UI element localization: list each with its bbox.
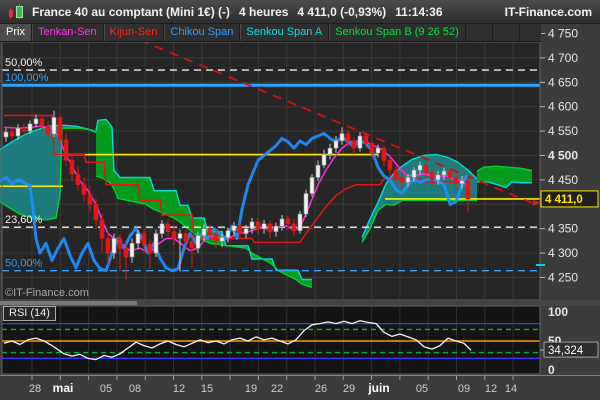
legend-item-tenkan-sen[interactable]: Tenkan-Sen bbox=[32, 24, 104, 41]
instrument-title: France 40 au comptant (Mini 1€) (-) bbox=[32, 4, 231, 19]
watermark: ©IT-Finance.com bbox=[5, 287, 89, 299]
last-price-ticker: 4 411,0 (-0,93%) bbox=[297, 5, 386, 19]
svg-text:mai: mai bbox=[53, 381, 74, 395]
title-bar: France 40 au comptant (Mini 1€) (-) 4 he… bbox=[0, 0, 600, 24]
svg-text:4 600: 4 600 bbox=[548, 100, 578, 114]
svg-text:4 650: 4 650 bbox=[548, 75, 578, 89]
svg-text:4 450: 4 450 bbox=[548, 173, 578, 187]
legend-item-chikou-span[interactable]: Chikou Span bbox=[164, 24, 241, 41]
candlestick-logo-icon bbox=[8, 3, 23, 20]
svg-text:19: 19 bbox=[245, 383, 257, 395]
svg-text:23,60%: 23,60% bbox=[5, 214, 43, 226]
svg-text:100,00%: 100,00% bbox=[5, 72, 49, 84]
svg-text:15: 15 bbox=[201, 383, 213, 395]
svg-text:12: 12 bbox=[485, 383, 497, 395]
legend-item-senkou-span-a[interactable]: Senkou Span A bbox=[240, 24, 330, 41]
price-change: (-0,93%) bbox=[340, 4, 387, 19]
svg-text:4 500: 4 500 bbox=[548, 149, 578, 163]
brand-logo: IT-Finance.com bbox=[504, 4, 592, 19]
legend-filler bbox=[465, 24, 541, 41]
rsi-indicator-label[interactable]: RSI (14) bbox=[3, 306, 56, 321]
svg-text:100: 100 bbox=[548, 305, 568, 319]
svg-text:29: 29 bbox=[343, 383, 355, 395]
svg-text:4 411,0: 4 411,0 bbox=[545, 194, 583, 206]
svg-text:4 300: 4 300 bbox=[548, 246, 578, 260]
legend-bar: Prix Tenkan-Sen Kijun-Sen Chikou Span Senko… bbox=[0, 24, 541, 42]
svg-text:4 700: 4 700 bbox=[548, 51, 578, 65]
svg-text:05: 05 bbox=[416, 383, 428, 395]
svg-text:08: 08 bbox=[129, 383, 141, 395]
svg-text:26: 26 bbox=[315, 383, 327, 395]
svg-text:50,00%: 50,00% bbox=[5, 57, 43, 69]
svg-text:0: 0 bbox=[548, 363, 555, 377]
legend-item-kijun-sen[interactable]: Kijun-Sen bbox=[104, 24, 165, 41]
svg-text:22: 22 bbox=[271, 383, 283, 395]
svg-text:34,324: 34,324 bbox=[548, 345, 584, 357]
svg-text:4 250: 4 250 bbox=[548, 271, 578, 285]
svg-text:12: 12 bbox=[173, 383, 185, 395]
app-window: France 40 au comptant (Mini 1€) (-) 4 he… bbox=[0, 0, 600, 400]
timeframe-label: 4 heures bbox=[239, 4, 289, 19]
legend-item-senkou-span-b-9-26-52-[interactable]: Senkou Span B (9 26 52) bbox=[329, 24, 466, 41]
svg-text:05: 05 bbox=[100, 383, 112, 395]
svg-text:28: 28 bbox=[29, 383, 41, 395]
svg-text:09: 09 bbox=[458, 383, 470, 395]
svg-text:juin: juin bbox=[367, 381, 389, 395]
clock: 11:14:36 bbox=[395, 4, 443, 19]
legend-price[interactable]: Prix bbox=[0, 24, 32, 41]
svg-text:4 550: 4 550 bbox=[548, 124, 578, 138]
svg-text:4 750: 4 750 bbox=[548, 27, 578, 41]
svg-text:14: 14 bbox=[505, 383, 517, 395]
svg-text:4 350: 4 350 bbox=[548, 222, 578, 236]
chart-canvas[interactable]: 50,00% 100,00% 23,60% 50,00% 4 750 4 700 4 650… bbox=[0, 24, 600, 400]
last-price: 4 411,0 bbox=[297, 4, 337, 19]
svg-text:50,00%: 50,00% bbox=[5, 258, 43, 270]
